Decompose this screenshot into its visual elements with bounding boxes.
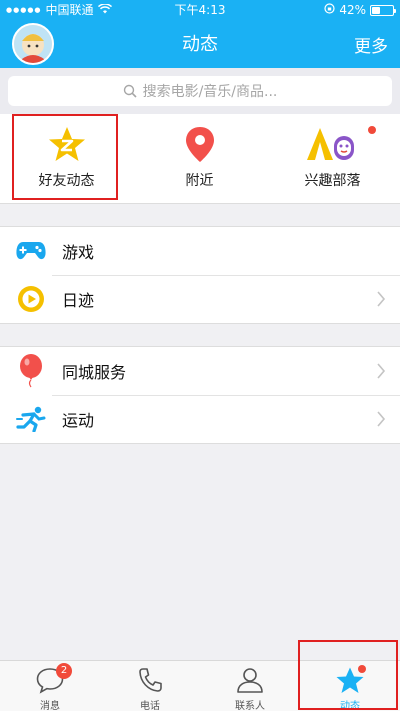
new-dot — [368, 126, 376, 134]
phone-icon — [135, 666, 165, 694]
search-placeholder: 搜索电影/音乐/商品... — [142, 84, 278, 100]
page-title: 动态 — [182, 34, 218, 55]
list-item-label: 同城服务 — [62, 363, 127, 382]
chevron-right-icon — [377, 291, 386, 307]
chevron-right-icon — [377, 363, 386, 379]
tribe-icon — [306, 124, 360, 164]
search-input[interactable]: 搜索电影/音乐/商品... — [8, 76, 392, 106]
list-item-label: 游戏 — [62, 243, 95, 262]
tab-label: 联系人 — [235, 701, 265, 711]
list-item-games[interactable]: 游戏 — [0, 227, 400, 275]
battery-icon — [370, 4, 396, 16]
list-item-label: 日迹 — [62, 291, 95, 310]
tab-label: 电话 — [140, 701, 160, 711]
tab-contacts[interactable]: 联系人 — [200, 661, 300, 711]
shortcut-interest-tribe[interactable]: 兴趣部落 — [266, 114, 399, 204]
status-bar: ●●●●● 中国联通 下午4:13 42% — [0, 0, 400, 20]
battery-percent: 42% — [339, 3, 366, 17]
list-item-label: 运动 — [62, 411, 95, 430]
list-group-games: 游戏 日迹 — [0, 226, 400, 324]
location-pin-icon — [180, 124, 220, 164]
person-icon — [235, 666, 265, 694]
play-circle-icon — [16, 284, 46, 314]
tab-messages[interactable]: 2 消息 — [0, 661, 100, 711]
running-icon — [16, 404, 46, 434]
top-bar: ●●●●● 中国联通 下午4:13 42% 动态 更多 — [0, 0, 400, 68]
tab-phone[interactable]: 电话 — [100, 661, 200, 711]
list-item-daily-trace[interactable]: 日迹 — [0, 275, 400, 323]
gamepad-icon — [16, 236, 46, 266]
search-icon — [123, 84, 137, 98]
shortcut-label: 附近 — [185, 173, 214, 189]
list-item-local-services[interactable]: 同城服务 — [0, 347, 400, 395]
highlight-box — [298, 640, 398, 710]
shortcut-nearby[interactable]: 附近 — [133, 114, 266, 204]
balloon-icon — [16, 354, 46, 388]
list-item-sports[interactable]: 运动 — [0, 395, 400, 443]
search-area: 搜索电影/音乐/商品... — [0, 68, 400, 114]
chevron-right-icon — [377, 411, 386, 427]
orientation-lock-icon — [324, 0, 335, 20]
shortcut-label: 兴趣部落 — [304, 173, 361, 189]
list-group-services: 同城服务 运动 — [0, 346, 400, 444]
highlight-box — [12, 114, 118, 200]
unread-badge: 2 — [56, 663, 72, 679]
tab-label: 消息 — [40, 701, 60, 711]
more-button[interactable]: 更多 — [354, 32, 388, 57]
